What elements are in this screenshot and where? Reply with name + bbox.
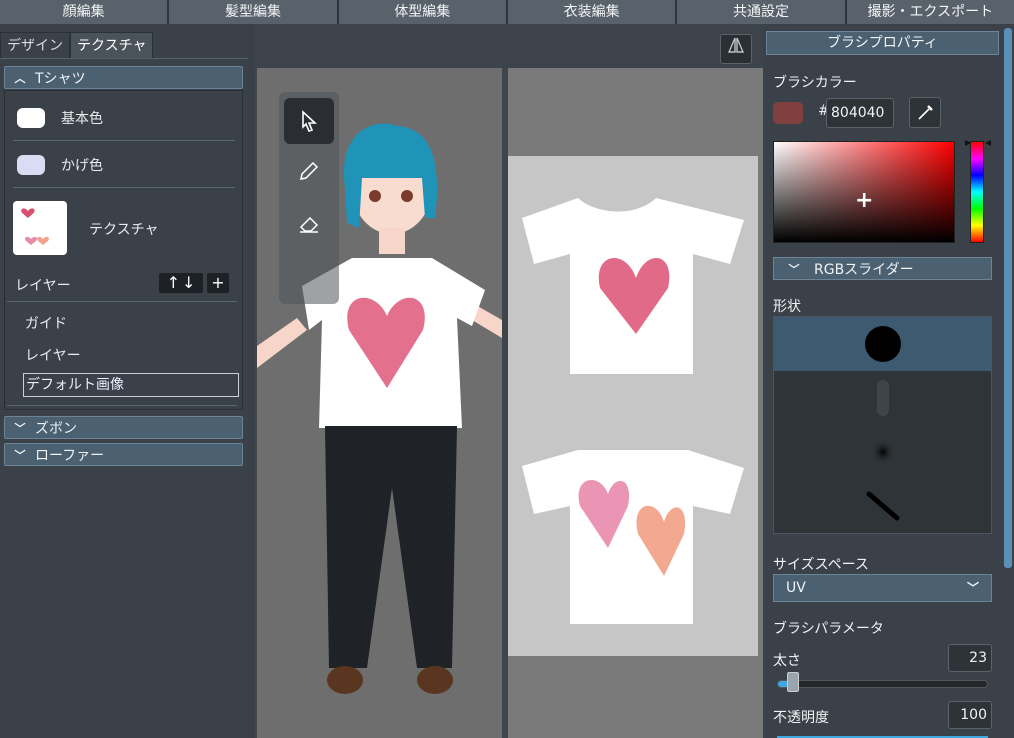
brush-shape-hard-round[interactable]: [774, 317, 991, 371]
layer-buttons: ↑ ↓ +: [159, 273, 229, 293]
editor-viewport: [255, 24, 763, 738]
shape-label: 形状: [773, 299, 801, 315]
base-color-swatch[interactable]: [17, 107, 45, 128]
layer-name-input[interactable]: デフォルト画像: [23, 373, 239, 397]
size-space-select[interactable]: UV ﹀: [773, 574, 992, 602]
brush-color-swatch[interactable]: [773, 102, 803, 124]
eyedropper-icon: [918, 105, 933, 120]
uv-texture-image: [508, 156, 758, 656]
opacity-input[interactable]: 100: [948, 701, 992, 729]
texture-thumbnail[interactable]: [13, 201, 67, 255]
brush-properties-panel: ブラシプロパティ ブラシカラー # 804040 + ﹀ RGBスライダー 形状: [763, 24, 1014, 738]
texture-label: テクスチャ: [89, 222, 159, 238]
rgb-slider-label: RGBスライダー: [814, 261, 914, 278]
line-brush-icon: [866, 491, 899, 521]
menu-costume-edit[interactable]: 衣装編集: [507, 0, 678, 24]
layer-down-button[interactable]: ↓: [182, 273, 195, 293]
thickness-input[interactable]: 23: [948, 644, 992, 672]
hue-slider[interactable]: [970, 141, 984, 243]
paint-toolbar: [279, 92, 339, 304]
chevron-down-icon: ﹀: [14, 448, 26, 462]
menu-hair-edit[interactable]: 髪型編集: [169, 0, 339, 24]
section-shoes-header[interactable]: ﹀ ローファー: [4, 443, 243, 466]
textured-brush-icon: [876, 380, 889, 416]
picker-cursor-icon: +: [855, 188, 874, 213]
eraser-icon: [299, 216, 319, 233]
hue-marker-icon: [965, 140, 991, 146]
layer-move-buttons: ↑ ↓: [159, 273, 203, 293]
mirror-icon: [727, 37, 745, 53]
layer-up-button[interactable]: ↑: [167, 273, 180, 293]
eraser-tool-button[interactable]: [284, 200, 334, 246]
shade-color-swatch[interactable]: [17, 154, 45, 175]
pointer-icon: [302, 110, 318, 132]
top-menu: 顔編集 髪型編集 体型編集 衣装編集 共通設定 撮影・エクスポート: [0, 0, 1014, 24]
thickness-slider-handle[interactable]: [787, 672, 799, 692]
thickness-slider[interactable]: [777, 680, 988, 688]
base-color-row[interactable]: 基本色: [13, 95, 235, 141]
brush-shape-soft[interactable]: [774, 425, 991, 479]
tshirt-section: 基本色 かげ色 テクスチャ レイヤー ↑ ↓ + ガイド レイヤー デフォルト画…: [4, 90, 243, 410]
size-space-label: サイズスペース: [773, 557, 869, 573]
brush-params-label: ブラシパラメータ: [773, 621, 884, 637]
section-shoes-label: ローファー: [35, 447, 105, 464]
pencil-icon: [300, 161, 319, 180]
brush-color-label: ブラシカラー: [773, 75, 857, 91]
eyedropper-button[interactable]: [909, 97, 941, 128]
opacity-label: 不透明度: [773, 710, 829, 726]
shade-color-label: かげ色: [61, 157, 103, 174]
menu-face-edit[interactable]: 顔編集: [0, 0, 170, 24]
size-space-value: UV: [786, 580, 806, 596]
menu-body-edit[interactable]: 体型編集: [338, 0, 508, 24]
hearts-thumbnail-icon: [21, 208, 49, 245]
tab-texture[interactable]: テクスチャ: [70, 32, 154, 58]
hard-round-brush-icon: [864, 326, 901, 362]
panel-title: ブラシプロパティ: [766, 31, 999, 55]
pencil-tool-button[interactable]: [284, 148, 334, 194]
chevron-down-icon: ﹀: [788, 262, 800, 276]
rgb-slider-toggle[interactable]: ﹀ RGBスライダー: [773, 257, 992, 280]
brush-shape-line[interactable]: [774, 479, 991, 533]
chevron-up-icon: ︿: [14, 71, 26, 85]
layers-label: レイヤー: [15, 278, 71, 294]
layer-add-button[interactable]: +: [207, 273, 229, 293]
layer-item-layer[interactable]: レイヤー: [25, 345, 81, 365]
menu-photo-export[interactable]: 撮影・エクスポート: [846, 0, 1014, 24]
chevron-down-icon: ﹀: [14, 421, 26, 435]
uv-texture-view[interactable]: [508, 68, 763, 738]
base-color-label: 基本色: [61, 110, 103, 127]
viewport-toolbar: [255, 24, 763, 68]
layer-divider: [7, 301, 237, 302]
brush-shape-texture[interactable]: [774, 371, 991, 425]
tab-divider: [0, 58, 248, 59]
panel-scrollbar[interactable]: [1004, 28, 1012, 568]
tab-design[interactable]: デザイン: [0, 32, 70, 58]
menu-common-settings[interactable]: 共通設定: [677, 0, 847, 24]
layer-bottom-divider: [7, 405, 237, 406]
hex-color-input[interactable]: 804040: [826, 98, 894, 128]
mirror-toggle-button[interactable]: [720, 34, 752, 64]
left-tabs: デザイン テクスチャ: [0, 32, 154, 58]
left-panel: デザイン テクスチャ ︿ Tシャツ 基本色 かげ色 テクスチャ レイヤー ↑ ↓…: [0, 24, 248, 738]
section-pants-label: ズボン: [35, 420, 77, 437]
uv-canvas[interactable]: [508, 156, 758, 656]
thickness-label: 太さ: [773, 653, 801, 669]
chevron-down-icon: ﹀: [966, 581, 979, 595]
section-pants-header[interactable]: ﹀ ズボン: [4, 416, 243, 439]
layer-item-guide[interactable]: ガイド: [25, 313, 67, 333]
brush-shape-list: [773, 316, 992, 534]
select-tool-button[interactable]: [284, 98, 334, 144]
shade-color-row[interactable]: かげ色: [13, 142, 235, 188]
section-tshirt-label: Tシャツ: [35, 70, 86, 87]
section-tshirt-header[interactable]: ︿ Tシャツ: [4, 66, 243, 89]
soft-brush-icon: [870, 440, 895, 464]
